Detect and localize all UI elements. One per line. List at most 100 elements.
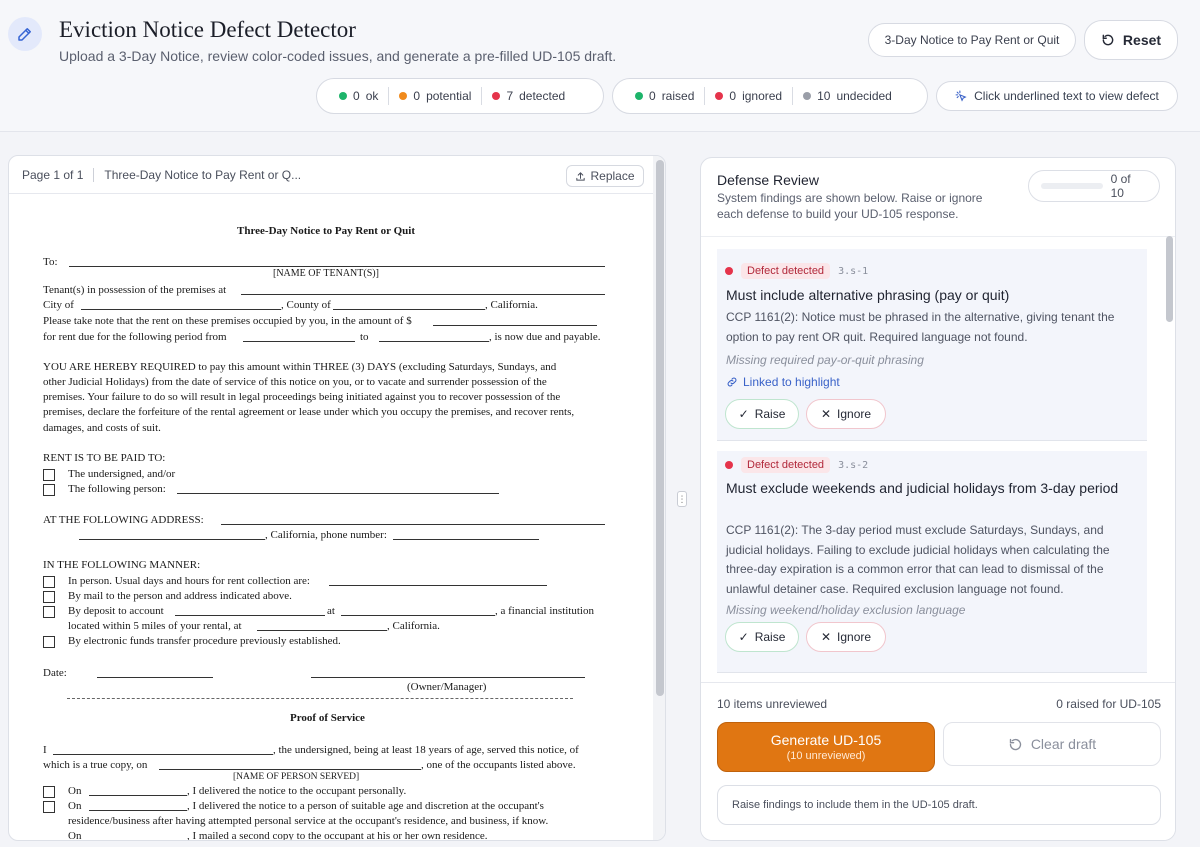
doc-manner: IN THE FOLLOWING MANNER: (43, 559, 201, 571)
findings-list: Defect detected 3.s-1 Must include alter… (701, 236, 1175, 750)
stat-ignored-label: ignored (742, 89, 783, 103)
doc-true-copy: which is a true copy, on (43, 759, 148, 771)
panel-resize-handle[interactable]: ⋮ (677, 491, 687, 507)
stat-potential[interactable]: 0 potential (388, 87, 481, 105)
ignored-dot-icon (715, 92, 724, 100)
info-message: Raise findings to include them in the UD… (717, 785, 1161, 825)
raise-button[interactable]: ✓ Raise (725, 399, 799, 429)
document-name: Three-Day Notice to Pay Rent or Q... (104, 167, 302, 182)
replace-button[interactable]: Replace (566, 165, 644, 187)
finding-body: CCP 1161(2): The 3-day period must exclu… (726, 523, 1110, 596)
ignore-label: Ignore (837, 630, 872, 644)
doc-delivered-personally: , I delivered the notice to the occupant… (187, 785, 407, 797)
raise-button[interactable]: ✓ Raise (725, 622, 799, 652)
stat-undecided[interactable]: 10 undecided (792, 87, 902, 105)
doc-please-take: Please take note that the rent on these … (43, 315, 412, 327)
owner-line (311, 677, 585, 678)
app-subtitle: Upload a 3-Day Notice, review color-code… (59, 48, 617, 64)
toolbar-divider (93, 167, 95, 182)
checkbox-by-deposit[interactable] (43, 606, 55, 618)
notice-type-selector[interactable]: 3-Day Notice to Pay Rent or Quit (868, 23, 1076, 57)
doc-occupants: , one of the occupants listed above. (421, 759, 576, 771)
checkbox-on-1[interactable] (43, 786, 55, 798)
doc-undersigned-age: , the undersigned, being at least 18 yea… (273, 744, 579, 756)
checkbox-on-2[interactable] (43, 801, 55, 813)
doc-to-label: To: (43, 256, 58, 268)
defect-badge: Defect detected (741, 263, 831, 279)
ignore-label: Ignore (837, 407, 872, 421)
address-line (221, 524, 605, 525)
doc-required-1: YOU ARE HEREBY REQUIRED to pay this amou… (43, 361, 557, 373)
clear-draft-button[interactable]: Clear draft (943, 722, 1161, 766)
checkbox-undersigned[interactable] (43, 469, 55, 481)
checkbox-by-mail[interactable] (43, 591, 55, 603)
finding-card[interactable]: Defect detected 3.s-2 Must exclude weeke… (717, 451, 1147, 673)
tenant-name-line (69, 266, 605, 267)
doc-at-word: at (327, 605, 335, 617)
doc-title: Three-Day Notice to Pay Rent or Quit (237, 225, 416, 237)
refresh-icon (1102, 34, 1114, 46)
stat-ok[interactable]: 0 ok (329, 87, 388, 105)
doc-on-3: On (68, 830, 82, 841)
document-scrollbar-thumb[interactable] (656, 160, 664, 696)
finding-card[interactable]: Defect detected 3.s-1 Must include alter… (717, 249, 1147, 441)
finding-note: Missing required pay-or-quit phrasing (726, 353, 924, 367)
server-name-line (53, 754, 273, 755)
period-from-line (243, 341, 355, 342)
hint-pill: Click underlined text to view defect (936, 81, 1178, 111)
review-footer: 10 items unreviewed 0 raised for UD-105 … (701, 682, 1175, 840)
finding-id: 3.s-2 (838, 459, 869, 471)
stat-raised-label: raised (661, 89, 695, 103)
on-2-line (89, 810, 187, 811)
stat-detected[interactable]: 7 detected (481, 87, 575, 105)
detected-dot-icon (492, 92, 501, 100)
info-text: Raise findings to include them in the UD… (732, 799, 978, 811)
defect-dot-icon (725, 461, 733, 469)
section-divider (67, 698, 573, 699)
reset-button[interactable]: Reset (1084, 20, 1178, 60)
county-line (333, 309, 485, 310)
doc-for-rent-due: for rent due for the following period fr… (43, 331, 227, 343)
doc-now-due: , is now due and payable. (489, 331, 601, 343)
doc-on-1: On (68, 785, 82, 797)
stat-ignored[interactable]: 0 ignored (704, 87, 792, 105)
checkbox-following-person[interactable] (43, 484, 55, 496)
stat-raised[interactable]: 0 raised (625, 87, 704, 105)
generate-sublabel: (10 unreviewed) (786, 750, 866, 762)
finding-note: Missing weekend/holiday exclusion langua… (726, 603, 966, 617)
check-icon: ✓ (738, 407, 749, 421)
document-panel: Page 1 of 1 Three-Day Notice to Pay Rent… (8, 155, 666, 841)
in-person-line (329, 585, 547, 586)
address-line-2 (79, 539, 265, 540)
finding-body: CCP 1161(2): Notice must be phrased in t… (726, 310, 1115, 344)
stat-potential-label: potential (426, 89, 472, 103)
pen-tool-icon (8, 17, 42, 51)
raised-dot-icon (635, 92, 643, 100)
doc-following-person: The following person: (68, 483, 166, 495)
stat-undecided-label: undecided (836, 89, 892, 103)
ignore-button[interactable]: ✕ Ignore (806, 399, 886, 429)
finding-id: 3.s-1 (838, 265, 869, 277)
doc-to-word: to (360, 331, 369, 343)
checkbox-eft[interactable] (43, 636, 55, 648)
linked-highlight-link[interactable]: Linked to highlight (726, 375, 840, 389)
ignore-button[interactable]: ✕ Ignore (806, 622, 886, 652)
within-5-line (257, 630, 387, 631)
phone-line (393, 539, 539, 540)
potential-dot-icon (399, 92, 408, 100)
generate-ud105-button[interactable]: Generate UD-105 (10 unreviewed) (717, 722, 935, 772)
raise-label: Raise (754, 407, 786, 421)
doc-required-3: premises. Your failure to do so will res… (43, 391, 561, 403)
amount-line (433, 325, 597, 326)
doc-phone: , California, phone number: (265, 529, 387, 541)
page-indicator: Page 1 of 1 (22, 167, 84, 182)
deposit-at-line (341, 615, 495, 616)
findings-scrollbar-thumb[interactable] (1166, 236, 1173, 322)
x-icon: ✕ (820, 630, 832, 644)
checkbox-in-person[interactable] (43, 576, 55, 588)
doc-delivered-suitable: , I delivered the notice to a person of … (187, 800, 544, 812)
stat-ok-label: ok (365, 89, 379, 103)
doc-california: , California. (485, 299, 538, 311)
clear-label: Clear draft (1030, 736, 1097, 752)
finding-title: Must exclude weekends and judicial holid… (726, 480, 1119, 496)
